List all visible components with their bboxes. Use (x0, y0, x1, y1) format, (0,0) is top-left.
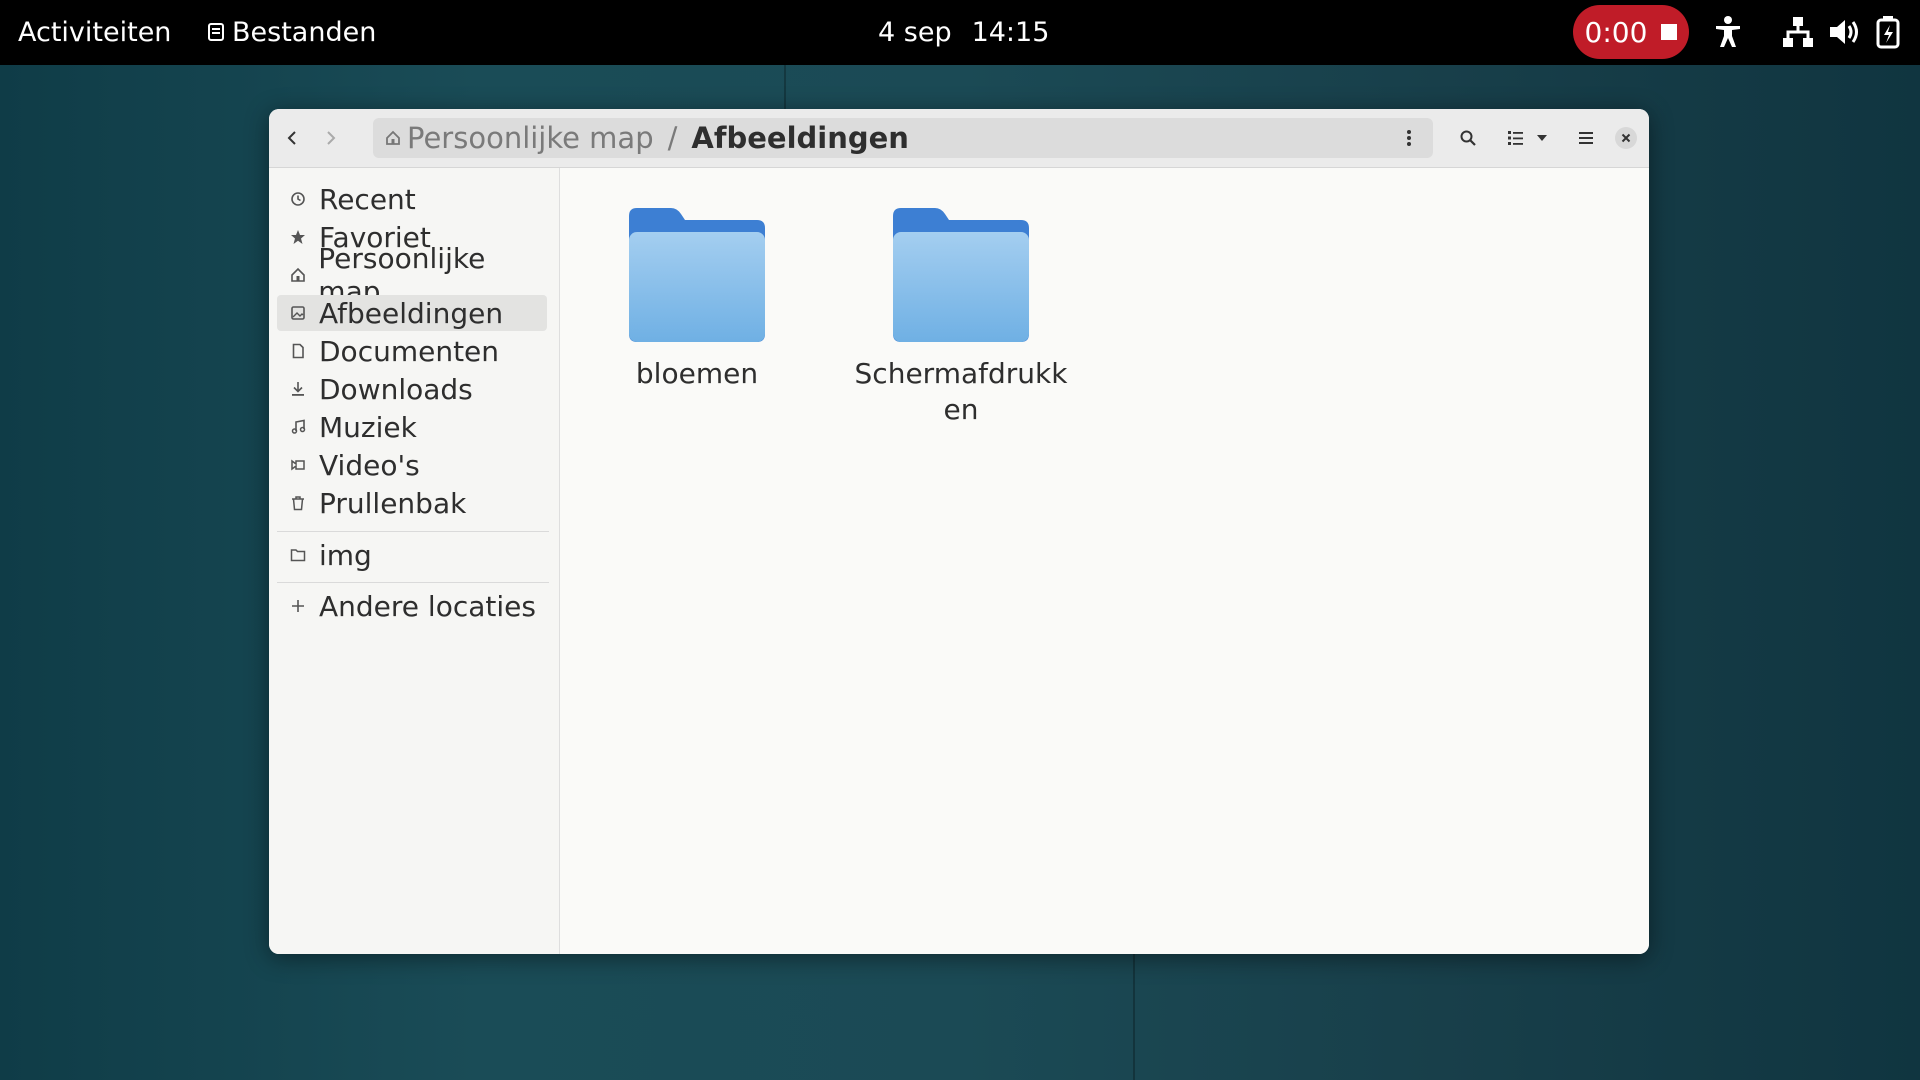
chevron-down-icon (1537, 135, 1547, 141)
stop-icon (1661, 24, 1678, 40)
accessibility-icon[interactable] (1710, 14, 1746, 50)
sidebar-item-music[interactable]: Muziek (277, 409, 547, 445)
app-menu[interactable]: Bestanden (208, 0, 376, 65)
chevron-right-icon (327, 131, 336, 145)
folder-icon (627, 204, 767, 344)
home-icon (289, 266, 306, 284)
places-sidebar: Recent Favoriet Persoonlijke map Afbeeld… (269, 168, 560, 954)
sidebar-item-label: Recent (319, 182, 416, 216)
breadcrumb-current[interactable]: Afbeeldingen (691, 121, 909, 155)
close-button[interactable] (1609, 121, 1643, 155)
path-menu-button[interactable] (1395, 124, 1423, 152)
sidebar-separator (277, 531, 549, 532)
folder-icon (289, 546, 307, 564)
kebab-menu-icon (1407, 130, 1411, 146)
home-icon (386, 130, 400, 145)
breadcrumb-home-label: Persoonlijke map (407, 121, 654, 155)
sidebar-item-label: img (319, 538, 372, 572)
volume-icon[interactable] (1826, 14, 1862, 50)
time-label: 14:15 (971, 17, 1050, 48)
document-icon (289, 342, 307, 360)
sidebar-item-documents[interactable]: Documenten (277, 333, 547, 369)
hamburger-menu-icon (1579, 132, 1593, 144)
sidebar-item-label: Afbeeldingen (319, 296, 504, 330)
sidebar-item-downloads[interactable]: Downloads (277, 371, 547, 407)
sidebar-item-trash[interactable]: Prullenbak (277, 485, 547, 521)
sidebar-item-recent[interactable]: Recent (277, 181, 547, 217)
file-view: bloemen Schermafdrukken (560, 168, 1649, 954)
folder-item[interactable]: Schermafdrukken (851, 204, 1071, 428)
file-manager-window: Persoonlijke map / Afbeeldingen Recent F… (269, 109, 1649, 954)
sidebar-separator (277, 582, 549, 583)
breadcrumb-home[interactable]: Persoonlijke map (385, 121, 654, 155)
sidebar-item-label: Downloads (319, 372, 473, 406)
list-view-icon (1508, 131, 1523, 145)
sidebar-item-home[interactable]: Persoonlijke map (277, 242, 547, 308)
image-icon (289, 304, 307, 322)
video-icon (289, 456, 307, 474)
recording-time: 0:00 (1584, 15, 1648, 49)
breadcrumb-separator: / (667, 121, 678, 155)
main-menu-button[interactable] (1569, 121, 1603, 155)
sidebar-item-pictures[interactable]: Afbeeldingen (277, 295, 547, 331)
clock-icon (289, 190, 307, 208)
sidebar-item-other-locations[interactable]: Andere locaties (277, 588, 547, 624)
plus-icon (289, 597, 307, 615)
desktop-line (784, 65, 786, 110)
folder-item[interactable]: bloemen (587, 204, 807, 392)
search-icon (1460, 130, 1476, 146)
search-button[interactable] (1451, 121, 1485, 155)
forward-button[interactable] (314, 121, 348, 155)
folder-icon (891, 204, 1031, 344)
app-menu-label: Bestanden (232, 17, 377, 48)
music-icon (289, 418, 307, 436)
folder-name: bloemen (635, 357, 759, 390)
desktop-line (1133, 954, 1135, 1080)
close-icon (1615, 127, 1637, 149)
star-icon (289, 228, 307, 246)
chevron-left-icon (287, 131, 296, 145)
sidebar-item-videos[interactable]: Video's (277, 447, 547, 483)
files-app-icon (208, 17, 224, 48)
folder-name: Schermafdrukken (854, 357, 1068, 426)
screen-recording-indicator[interactable]: 0:00 (1573, 5, 1689, 59)
view-options-button[interactable] (1507, 121, 1563, 155)
top-bar: Activiteiten Bestanden 4 sep 14:15 0:00 (0, 0, 1920, 65)
sidebar-item-label: Muziek (319, 410, 417, 444)
path-bar: Persoonlijke map / Afbeeldingen (373, 118, 1433, 158)
sidebar-item-label: Andere locaties (319, 589, 536, 623)
clock[interactable]: 4 sep 14:15 (878, 0, 1049, 65)
back-button[interactable] (275, 121, 309, 155)
header-bar: Persoonlijke map / Afbeeldingen (269, 109, 1649, 168)
trash-icon (289, 494, 307, 512)
download-icon (289, 380, 307, 398)
sidebar-item-label: Documenten (319, 334, 500, 368)
date-label: 4 sep (878, 17, 952, 48)
sidebar-item-label: Prullenbak (319, 486, 467, 520)
sidebar-bookmark-img[interactable]: img (277, 537, 547, 573)
activities-button[interactable]: Activiteiten (18, 0, 171, 65)
sidebar-item-label: Video's (319, 448, 420, 482)
network-icon[interactable] (1780, 14, 1816, 50)
battery-icon[interactable] (1870, 14, 1906, 50)
